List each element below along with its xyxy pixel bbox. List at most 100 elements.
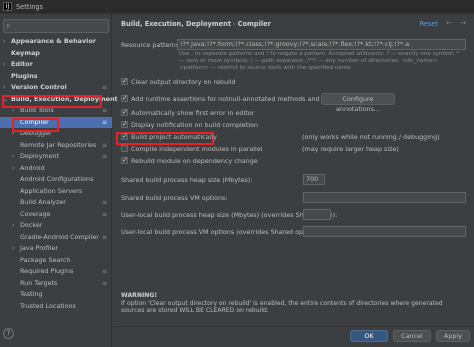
sidebar-item[interactable]: Run Targets ≡ — [0, 278, 112, 290]
checkbox-checked-icon[interactable] — [121, 131, 128, 141]
sidebar-item[interactable]: › Docker — [0, 220, 112, 232]
sidebar-item-label: Appearance & Behavior — [11, 37, 96, 45]
sidebar-item-label: Run Targets — [20, 278, 58, 287]
project-level-icon: ≡ — [101, 153, 107, 160]
search-input[interactable]: ⌕ — [3, 19, 109, 33]
sidebar-item[interactable]: Package Search — [0, 255, 112, 267]
sidebar-item[interactable]: Testing — [0, 289, 112, 301]
back-arrow-icon[interactable]: ← — [446, 19, 452, 27]
user-vm-options-label: User-local build process VM options (ove… — [121, 228, 324, 236]
sidebar-item[interactable]: Trusted Locations — [0, 301, 112, 313]
sidebar-item-label: Build Analyzer — [20, 198, 66, 206]
sidebar-item[interactable]: Plugins — [0, 71, 112, 83]
warning-title: WARNING! — [121, 292, 158, 299]
chevron-right-icon[interactable]: › — [12, 117, 14, 129]
chevron-right-icon[interactable]: › — [12, 163, 14, 175]
sidebar-item[interactable]: Build Analyzer ≡ — [0, 197, 112, 209]
option-checkbox[interactable]: Build project automatically — [121, 131, 217, 142]
project-level-icon: ≡ — [101, 118, 107, 126]
sidebar-item-label: Debugger — [20, 129, 52, 137]
sidebar-item-label: Deployment — [20, 152, 60, 160]
cancel-button[interactable]: Cancel — [393, 330, 431, 342]
sidebar: ⌕ › Appearance & Behavior Keymap › Editor Plu… — [0, 14, 118, 347]
chevron-right-icon[interactable]: › — [3, 82, 5, 94]
forward-arrow-icon[interactable]: → — [460, 19, 466, 27]
sidebar-item-label: Build, Execution, Deployment — [11, 94, 118, 103]
sidebar-item-label: Editor — [11, 60, 33, 68]
sidebar-item-label: Application Servers — [20, 186, 83, 195]
compiler-settings-panel: Build, Execution, Deployment › Compiler Re… — [113, 14, 474, 347]
checkbox-unchecked-icon[interactable] — [121, 145, 128, 152]
sidebar-item[interactable]: Android Configurations — [0, 174, 112, 186]
option-checkbox[interactable]: Compile independent modules in parallel — [121, 144, 263, 154]
option-checkbox[interactable]: Rebuild module on dependency change — [121, 155, 258, 166]
breadcrumb-section: Build, Execution, Deployment — [121, 20, 231, 28]
sidebar-item[interactable]: › Version Control ≡ — [0, 82, 112, 94]
resource-patterns-input[interactable]: !?*.java;!?*.form;!?*.class;!?*.groovy;!… — [177, 39, 466, 50]
option-checkbox[interactable]: Display notification on build completion — [121, 119, 258, 130]
sidebar-item-label: Coverage — [20, 209, 51, 218]
ok-button[interactable]: OK — [350, 330, 388, 342]
option-checkbox[interactable]: Clear output directory on rebuild — [121, 76, 236, 87]
option-label: Compile independent modules in parallel — [131, 145, 263, 153]
sidebar-item[interactable]: Required Plugins ≡ — [0, 266, 112, 278]
sidebar-item[interactable]: › Deployment ≡ — [0, 151, 112, 163]
sidebar-item[interactable]: Gradle-Android Compiler ≡ — [0, 232, 112, 244]
checkbox-checked-icon[interactable] — [121, 119, 128, 129]
window-title: Settings — [16, 3, 44, 11]
breadcrumb-separator: › — [232, 20, 236, 28]
option-checkbox[interactable]: Automatically show first error in editor — [121, 107, 254, 118]
chevron-right-icon[interactable]: › — [12, 105, 14, 117]
checkbox-checked-icon[interactable] — [121, 107, 128, 117]
configure-annotations-button[interactable]: Configure annotations... — [321, 93, 395, 113]
chevron-right-icon[interactable]: › — [3, 36, 5, 48]
reset-link[interactable]: Reset — [420, 20, 438, 28]
sidebar-item-label: Gradle-Android Compiler — [20, 232, 99, 241]
sidebar-item[interactable]: › Java Profiler — [0, 243, 112, 255]
chevron-right-icon[interactable]: › — [12, 243, 14, 255]
sidebar-item-label: Keymap — [11, 48, 40, 57]
sidebar-item-label: Version Control — [11, 83, 67, 91]
chevron-down-icon[interactable]: ⌄ — [3, 94, 8, 106]
checkbox-checked-icon[interactable] — [121, 76, 128, 86]
apply-button[interactable]: Apply — [436, 330, 470, 342]
sidebar-item[interactable]: ⌄ Build, Execution, Deployment — [0, 94, 118, 106]
sidebar-item[interactable]: Application Servers — [0, 186, 112, 198]
sidebar-item-label: Build Tools — [20, 106, 54, 114]
chevron-right-icon[interactable]: › — [3, 59, 5, 71]
search-icon: ⌕ — [6, 21, 11, 30]
user-heap-size-input[interactable] — [303, 209, 331, 220]
project-level-icon: ≡ — [101, 268, 107, 275]
sidebar-item-label: Java Profiler — [20, 244, 59, 252]
sidebar-item[interactable]: Keymap — [0, 48, 112, 60]
project-level-icon: ≡ — [101, 210, 107, 218]
option-label: Display notification on build completion — [131, 121, 258, 129]
help-icon[interactable]: ? — [3, 328, 14, 339]
checkbox-checked-icon[interactable] — [121, 155, 128, 165]
heap-size-label: Shared build process heap size (Mbytes): — [121, 176, 253, 184]
sidebar-item[interactable]: › Editor — [0, 59, 112, 71]
sidebar-item[interactable]: Coverage ≡ — [0, 209, 112, 221]
sidebar-item-label: Plugins — [11, 71, 38, 80]
project-level-icon: ≡ — [101, 233, 107, 241]
sidebar-item-label: Trusted Locations — [20, 301, 76, 310]
chevron-right-icon[interactable]: › — [12, 151, 14, 163]
option-note: (may require larger heap size) — [302, 145, 399, 153]
sidebar-item[interactable]: › Debugger — [0, 128, 112, 140]
checkbox-checked-icon[interactable] — [121, 93, 128, 103]
sidebar-item[interactable]: Remote Jar Repositories ≡ — [0, 140, 112, 152]
sidebar-item[interactable]: › Build Tools ≡ — [0, 105, 112, 117]
project-level-icon: ≡ — [101, 107, 107, 114]
heap-size-input[interactable]: 700 — [303, 174, 325, 185]
vm-options-input[interactable] — [303, 192, 466, 203]
chevron-right-icon[interactable]: › — [12, 220, 14, 232]
sidebar-item[interactable]: › Appearance & Behavior — [0, 36, 112, 48]
sidebar-item[interactable]: › Android — [0, 163, 112, 175]
project-level-icon: ≡ — [101, 84, 107, 91]
breadcrumb: Build, Execution, Deployment › Compiler — [121, 20, 271, 28]
user-vm-options-input[interactable] — [303, 226, 466, 237]
settings-tree: › Appearance & Behavior Keymap › Editor Plugi… — [0, 36, 118, 313]
chevron-right-icon[interactable]: › — [12, 128, 14, 140]
option-label: Rebuild module on dependency change — [131, 157, 258, 165]
sidebar-item[interactable]: › Compiler ≡ — [0, 116, 112, 129]
